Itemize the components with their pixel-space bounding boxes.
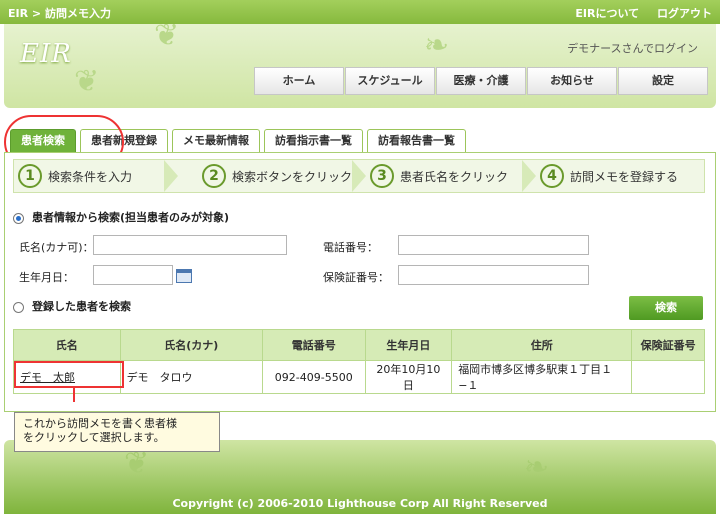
tab-report-list[interactable]: 訪看報告書一覧 [367, 129, 466, 152]
top-links: EIRについて ログアウト [561, 5, 712, 21]
col-insurance: 保険証番号 [631, 329, 705, 361]
cell-kana: デモ タロウ [119, 360, 263, 394]
login-status: デモナースさんでログイン [567, 42, 698, 55]
cell-insurance [631, 360, 705, 394]
callout-pointer [73, 386, 75, 402]
nav-settings-button[interactable]: 設定 [618, 67, 708, 95]
option-patient-info[interactable]: 患者情報から検索(担当患者のみが対象) [13, 209, 229, 225]
step-guide: 1 検索条件を入力 2 検索ボタンをクリック 3 患者氏名をクリック 4 訪問メモを登録… [13, 159, 705, 193]
leaf-decoration-icon: ❦ [154, 24, 180, 53]
phone-label: 電話番号： [323, 241, 378, 254]
col-kana: 氏名(カナ) [119, 329, 263, 361]
nav-notice-button[interactable]: お知らせ [527, 67, 617, 95]
cell-phone: 092-409-5500 [261, 360, 366, 394]
nav-home-button[interactable]: ホーム [254, 67, 344, 95]
name-input[interactable] [93, 235, 287, 255]
about-link[interactable]: EIRについて [575, 7, 639, 20]
step-2: 2 検索ボタンをクリック [202, 164, 352, 188]
nav-medical-button[interactable]: 医療・介護 [436, 67, 526, 95]
name-label: 氏名(カナ可)： [19, 241, 94, 254]
logout-link[interactable]: ログアウト [657, 7, 712, 20]
step-1: 1 検索条件を入力 [18, 164, 132, 188]
col-phone: 電話番号 [261, 329, 366, 361]
radio-patient-info[interactable] [13, 212, 24, 224]
tab-instruction-list[interactable]: 訪看指示書一覧 [264, 129, 363, 152]
copyright: Copyright (c) 2006-2010 Lighthouse Corp … [172, 497, 548, 510]
main-nav: ホーム スケジュール 医療・介護 お知らせ 設定 [254, 67, 709, 95]
col-name: 氏名 [13, 329, 121, 361]
step-arrow-icon [522, 160, 536, 192]
table-header-row: 氏名 氏名(カナ) 電話番号 生年月日 住所 保険証番号 [13, 329, 705, 361]
step-4: 4 訪問メモを登録する [540, 164, 678, 188]
cell-birth: 20年10月10日 [364, 360, 453, 394]
insurance-label: 保険証番号： [323, 271, 389, 284]
radio-registered[interactable] [13, 301, 24, 313]
insurance-input[interactable] [398, 265, 589, 285]
step-arrow-icon [164, 160, 178, 192]
name-highlight-box [14, 361, 124, 388]
step-arrow-icon [352, 160, 366, 192]
top-bar: EIR > 訪問メモ入力 EIRについて ログアウト [0, 0, 720, 24]
search-button[interactable]: 検索 [629, 296, 703, 320]
nav-schedule-button[interactable]: スケジュール [345, 67, 435, 95]
logo: EIR [20, 39, 72, 69]
leaf-decoration-icon: ❧ [524, 450, 550, 485]
tab-latest-memo[interactable]: メモ最新情報 [172, 129, 260, 152]
calendar-icon[interactable] [176, 269, 192, 283]
birth-input[interactable] [93, 265, 173, 285]
cell-address: 福岡市博多区博多駅東１丁目１−１ [451, 360, 633, 394]
breadcrumb: EIR > 訪問メモ入力 [8, 7, 111, 20]
header: ❦ ❧ ❦ EIR デモナースさんでログイン ホーム スケジュール 医療・介護 … [4, 24, 716, 108]
instruction-callout: これから訪問メモを書く患者様 をクリックして選択します。 [14, 412, 220, 452]
search-panel: 1 検索条件を入力 2 検索ボタンをクリック 3 患者氏名をクリック 4 訪問メモを登録… [4, 152, 716, 412]
step-3: 3 患者氏名をクリック [370, 164, 508, 188]
option-registered[interactable]: 登録した患者を検索 [13, 298, 131, 314]
leaf-decoration-icon: ❦ [74, 64, 100, 99]
leaf-decoration-icon: ❧ [424, 28, 450, 63]
col-address: 住所 [451, 329, 633, 361]
col-birth: 生年月日 [364, 329, 453, 361]
birth-label: 生年月日： [19, 271, 74, 284]
phone-input[interactable] [398, 235, 589, 255]
